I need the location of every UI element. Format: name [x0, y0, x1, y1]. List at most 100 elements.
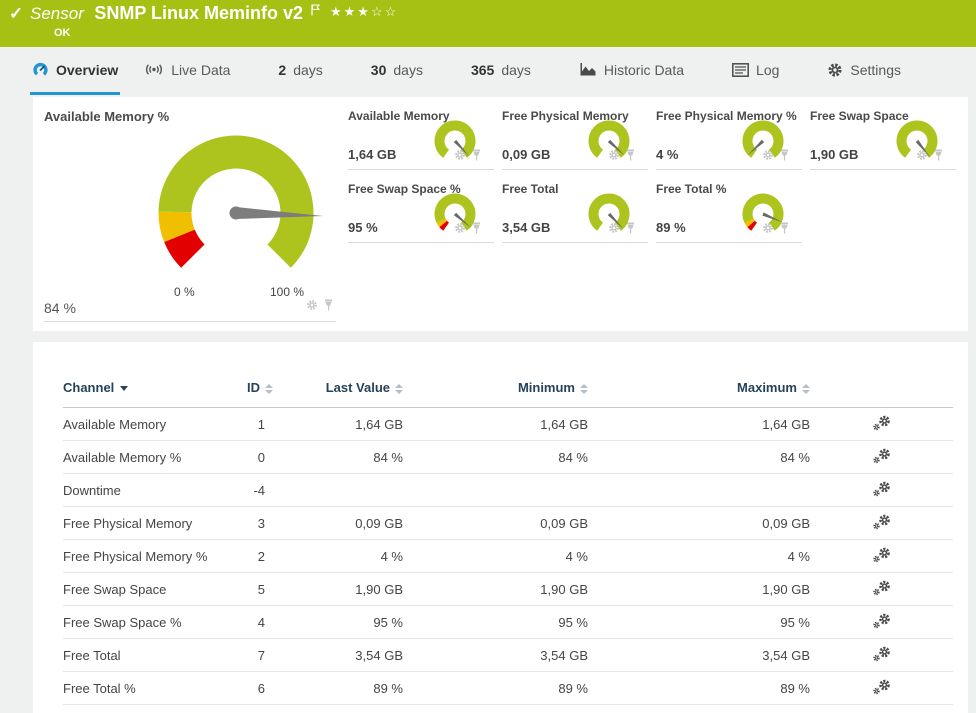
pin-icon[interactable]: [933, 148, 944, 166]
minimum-cell: 3,54 GB: [403, 638, 588, 672]
status-badge: OK: [54, 27, 71, 39]
sort-icon: [802, 383, 810, 394]
tab-historic-data[interactable]: Historic Data: [577, 47, 686, 95]
gear-icon[interactable]: [762, 221, 774, 239]
minimum-cell: 0,09 GB: [403, 506, 588, 540]
priority-stars[interactable]: ★★★☆☆: [330, 4, 398, 20]
maximum-cell: 4 %: [588, 539, 810, 573]
tab-2-days[interactable]: 2 days: [276, 47, 324, 95]
last-value-cell: 1,64 GB: [273, 407, 403, 441]
mini-gauge-panel[interactable]: Free Physical Memory 0,09 GB: [502, 109, 648, 170]
gauge-value: 0,09 GB: [502, 147, 551, 162]
tab-label: Settings: [850, 61, 901, 78]
maximum-cell: 3,54 GB: [588, 638, 810, 672]
last-value-cell: 0,09 GB: [273, 506, 403, 540]
pin-icon[interactable]: [323, 298, 334, 316]
channel-name-cell: Available Memory %: [63, 440, 228, 474]
maximum-cell: 0,09 GB: [588, 506, 810, 540]
maximum-cell: 89 %: [588, 671, 810, 705]
flag-icon[interactable]: [311, 3, 321, 21]
tab-settings[interactable]: Settings: [825, 47, 903, 95]
pin-icon[interactable]: [471, 221, 482, 239]
gear-icon[interactable]: [762, 148, 774, 166]
channel-settings-gears-icon[interactable]: [872, 415, 891, 434]
pin-icon[interactable]: [779, 148, 790, 166]
tab-label: Live Data: [171, 61, 231, 78]
channel-settings-gears-icon[interactable]: [872, 514, 891, 533]
mini-gauge-panel[interactable]: Free Physical Memory % 4 %: [656, 109, 802, 170]
sort-icon: [580, 383, 588, 394]
pin-icon[interactable]: [625, 221, 636, 239]
maximum-cell: 84 %: [588, 440, 810, 474]
minimum-cell: 84 %: [403, 440, 588, 474]
mini-gauge-panel[interactable]: Free Total 3,54 GB: [502, 182, 648, 243]
channel-settings-gears-icon[interactable]: [872, 613, 891, 632]
channel-settings-gears-icon[interactable]: [872, 679, 891, 698]
minimum-cell: 4 %: [403, 539, 588, 573]
tab-label: Log: [756, 61, 780, 78]
gear-icon[interactable]: [608, 148, 620, 166]
tab-live-data[interactable]: Live Data: [142, 47, 232, 95]
tab-30-days[interactable]: 30 days: [369, 47, 425, 95]
tab-label: days: [501, 61, 531, 78]
last-value-cell: 1,90 GB: [273, 572, 403, 606]
channel-settings-cell: [810, 605, 953, 639]
table-header-row: Channel ID Last Value Minimum Maximum: [63, 380, 953, 408]
gear-icon[interactable]: [608, 221, 620, 239]
channel-id-cell: 7: [228, 638, 273, 672]
object-type-label: Sensor: [30, 4, 84, 23]
column-header-maximum[interactable]: Maximum: [588, 380, 810, 408]
channel-settings-gears-icon[interactable]: [872, 481, 891, 500]
gauge-value: 95 %: [348, 220, 378, 235]
channel-settings-gears-icon[interactable]: [872, 448, 891, 467]
channel-settings-cell: [810, 572, 953, 606]
chart-icon: [580, 63, 596, 76]
column-header-id[interactable]: ID: [228, 380, 273, 408]
channel-settings-cell: [810, 407, 953, 441]
page-title: SNMP Linux Meminfo v2: [94, 3, 304, 23]
tab-365-days[interactable]: 365 days: [469, 47, 533, 95]
gear-icon[interactable]: [454, 221, 466, 239]
tab-log[interactable]: Log: [730, 47, 781, 95]
mini-gauge-panel[interactable]: Available Memory 1,64 GB: [348, 109, 494, 170]
channel-table-panel: Channel ID Last Value Minimum Maximum Av…: [33, 342, 968, 713]
tab-bar: Overview Live Data 2 days 30 days 365 days …: [0, 47, 976, 95]
channel-settings-gears-icon[interactable]: [872, 547, 891, 566]
gear-icon[interactable]: [454, 148, 466, 166]
pin-icon[interactable]: [471, 148, 482, 166]
primary-channel-gauge[interactable]: Available Memory % 0 % 100 % 84 %: [44, 107, 336, 322]
minimum-cell: [403, 473, 588, 507]
tab-label: days: [293, 61, 323, 78]
mini-gauge-panel[interactable]: Free Swap Space % 95 %: [348, 182, 494, 243]
table-row: Free Swap Space 5 1,90 GB 1,90 GB 1,90 G…: [63, 572, 953, 606]
gear-icon[interactable]: [916, 148, 928, 166]
channel-settings-gears-icon[interactable]: [872, 646, 891, 665]
channel-settings-cell: [810, 440, 953, 474]
gauge-scale-max: 100 %: [270, 285, 305, 299]
tab-overview[interactable]: Overview: [30, 47, 121, 95]
column-header-last-value[interactable]: Last Value: [273, 380, 403, 408]
column-header-channel[interactable]: Channel: [63, 380, 228, 408]
pin-icon[interactable]: [779, 221, 790, 239]
channel-settings-cell: [810, 638, 953, 672]
gear-icon[interactable]: [306, 298, 318, 316]
channel-id-cell: 4: [228, 605, 273, 639]
channel-settings-gears-icon[interactable]: [872, 580, 891, 599]
mini-gauge-panel[interactable]: Free Swap Space 1,90 GB: [810, 109, 956, 170]
gauge-value: 1,64 GB: [348, 147, 397, 162]
pin-icon[interactable]: [625, 148, 636, 166]
channel-settings-cell: [810, 539, 953, 573]
table-row: Downtime -4: [63, 473, 953, 507]
column-header-actions: [810, 380, 953, 408]
tab-label: Overview: [56, 61, 119, 78]
channel-id-cell: 1: [228, 407, 273, 441]
sort-icon: [395, 383, 403, 394]
gear-icon: [828, 62, 842, 77]
column-header-minimum[interactable]: Minimum: [403, 380, 588, 408]
gauge-icon: [33, 62, 48, 77]
status-check-icon: ✓: [9, 4, 24, 23]
channel-name-cell: Free Physical Memory %: [63, 539, 228, 573]
mini-gauge-panel[interactable]: Free Total % 89 %: [656, 182, 802, 243]
mini-gauge-grid: Available Memory 1,64 GB Free Physical M…: [348, 109, 956, 243]
channel-id-cell: 6: [228, 671, 273, 705]
